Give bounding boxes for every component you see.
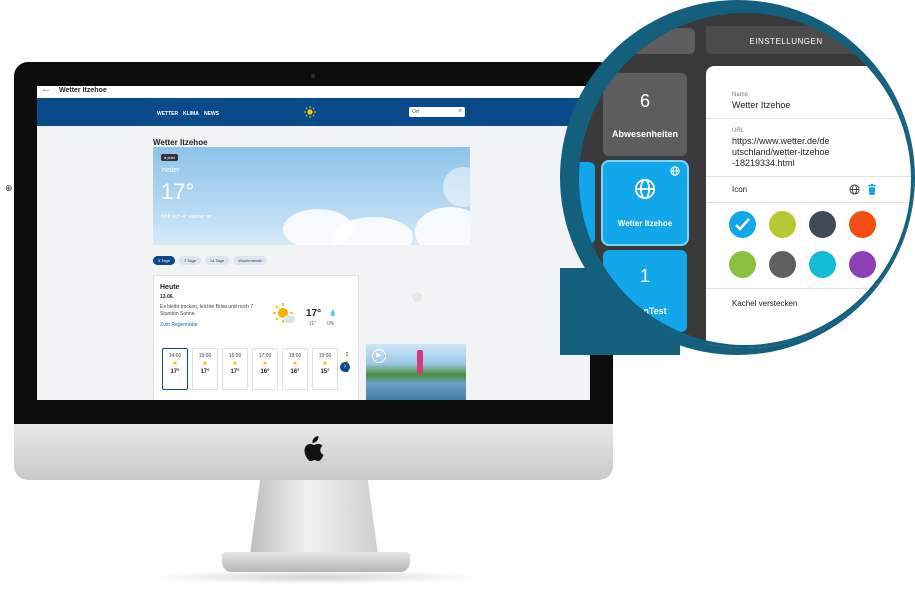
now-badge: ● jetzt	[161, 154, 178, 161]
sun-icon[interactable]	[304, 106, 316, 118]
hide-tile-toggle-label[interactable]: Kachel verstecken	[732, 298, 797, 309]
search-placeholder: Ort	[412, 109, 419, 115]
tile-ntest[interactable]: 1 nTest	[603, 250, 687, 332]
globe-icon	[634, 178, 656, 200]
hour-temp: 16°	[260, 369, 270, 375]
hour-card[interactable]: 17:00 ☀ 16°	[252, 348, 278, 390]
hour-temp: 17°	[230, 369, 240, 375]
tile-label: nTest	[643, 306, 667, 316]
url-field[interactable]: https://www.wetter.de/deutschland/wetter…	[732, 136, 832, 169]
tile-settings-panel: Name Wetter Itzehoe URL https://www.wett…	[706, 66, 914, 348]
today-high: 17°	[306, 308, 322, 319]
checkmark-icon	[735, 218, 750, 231]
rain-chance: 0%	[327, 321, 335, 327]
color-swatch[interactable]	[769, 211, 796, 238]
hour-card[interactable]: 15:00 ☀ 17°	[192, 348, 218, 390]
today-description: Es bleibt trocken, leichte Brise und noc…	[160, 304, 254, 317]
hour-temp: 15°	[320, 369, 330, 375]
hour-temp: 17°	[200, 369, 210, 375]
today-title: Heute	[160, 284, 180, 291]
monitor-screen: ← Wetter Itzehoe WETTER KLIMA NEWS Ort ⌕…	[37, 86, 590, 400]
color-swatch[interactable]	[729, 251, 756, 278]
app-topbar: ← Wetter Itzehoe	[37, 86, 590, 98]
tab-14-tage[interactable]: 14 Tage	[205, 256, 229, 265]
monitor-camera	[311, 74, 315, 78]
sun-icon: ☀	[171, 359, 179, 368]
raindrop-icon: 💧	[329, 311, 337, 317]
sun-icon: ☀	[231, 359, 239, 368]
color-swatch-selected[interactable]	[729, 211, 756, 238]
tab-3-tage[interactable]: 3 Tage	[153, 256, 175, 265]
arrow-left-icon[interactable]: ←	[41, 86, 51, 95]
site-navbar: WETTER KLIMA NEWS Ort ⌕	[37, 98, 590, 126]
divider	[706, 202, 914, 203]
sun-icon: ☀	[201, 359, 209, 368]
monitor-shadow	[150, 570, 480, 584]
tab-wochenende[interactable]: Wochenende	[233, 256, 267, 265]
sun-icon: ☀	[321, 359, 329, 368]
feels-like-text: fühlt sich 4° wärmer an	[161, 214, 212, 220]
globe-icon	[670, 166, 680, 176]
magnified-settings-view: EINSTELLUNGEN 6 Abwesenheiten Wetter Itz…	[576, 10, 914, 348]
tab-settings[interactable]: EINSTELLUNGEN	[706, 26, 866, 54]
sun-icon: ☀	[261, 359, 269, 368]
current-temperature: 17°	[161, 179, 195, 204]
color-swatch[interactable]	[849, 211, 876, 238]
rain-radar-link[interactable]: Zum Regenradar	[160, 322, 198, 328]
nav-link-news[interactable]: NEWS	[204, 111, 219, 117]
name-label: Name	[732, 92, 749, 98]
icon-label: Icon	[732, 185, 748, 194]
tile-abwesenheiten[interactable]: 6 Abwesenheiten	[603, 73, 687, 156]
monitor-stand	[250, 480, 378, 554]
hour-temp: 17°	[170, 369, 180, 375]
tile-top	[576, 28, 695, 54]
video-person-decoration	[417, 350, 423, 374]
current-weather-hero: ● jetzt heiter 17° fühlt sich 4° wärmer …	[153, 147, 470, 245]
color-swatch[interactable]	[809, 211, 836, 238]
sun-cloud-icon	[273, 303, 295, 323]
divider	[706, 118, 914, 119]
condition-text: heiter	[162, 167, 180, 174]
search-input[interactable]: Ort ⌕	[409, 107, 465, 117]
name-field[interactable]: Wetter Itzehoe	[732, 100, 790, 111]
tile-number: 1	[639, 266, 650, 286]
nav-link-wetter[interactable]: WETTER	[157, 111, 178, 117]
topbar-title: Wetter Itzehoe	[59, 87, 107, 94]
color-swatch[interactable]	[809, 251, 836, 278]
divider	[706, 288, 914, 289]
cloud-decoration	[415, 207, 470, 245]
sun-icon: ☀	[291, 359, 299, 368]
hour-temp: 16°	[290, 369, 300, 375]
page-title: Wetter Itzehoe	[153, 138, 208, 147]
nav-link-klima[interactable]: KLIMA	[183, 111, 199, 117]
tile-label: Abwesenheiten	[611, 129, 678, 139]
tile-wetter-itzehoe[interactable]: Wetter Itzehoe	[603, 162, 687, 244]
divider	[706, 176, 914, 177]
chevron-down-icon[interactable]	[412, 292, 422, 302]
today-low: 11°	[309, 321, 317, 327]
hour-card[interactable]: 16:00 ☀ 17°	[222, 348, 248, 390]
color-swatch[interactable]	[769, 251, 796, 278]
tile-partial	[576, 162, 595, 244]
trash-icon[interactable]	[867, 184, 877, 195]
tile-number: 6	[639, 91, 650, 111]
color-swatch[interactable]	[849, 251, 876, 278]
sun-glow-decoration	[443, 167, 470, 207]
url-label: URL	[732, 128, 745, 134]
search-icon[interactable]: ⌕	[459, 108, 462, 115]
globe-icon[interactable]	[849, 184, 860, 195]
play-icon[interactable]: ▶	[372, 349, 386, 363]
cursor-icon: ⊕	[5, 183, 13, 193]
tile-label: Wetter Itzehoe	[617, 219, 673, 228]
tab-7-tage[interactable]: 7 Tage	[179, 256, 201, 265]
today-date: 13.06.	[160, 294, 174, 300]
hour-card[interactable]: 18:00 ☀ 16°	[282, 348, 308, 390]
chevron-right-icon[interactable]: ›	[340, 362, 350, 372]
hour-card[interactable]: 14:00 ☀ 17°	[162, 348, 188, 390]
video-thumbnail[interactable]: ▶	[366, 344, 466, 400]
monitor-foot	[222, 552, 410, 572]
hour-card[interactable]: 19:00 ☀ 15°	[312, 348, 338, 390]
apple-logo-icon	[304, 436, 324, 462]
